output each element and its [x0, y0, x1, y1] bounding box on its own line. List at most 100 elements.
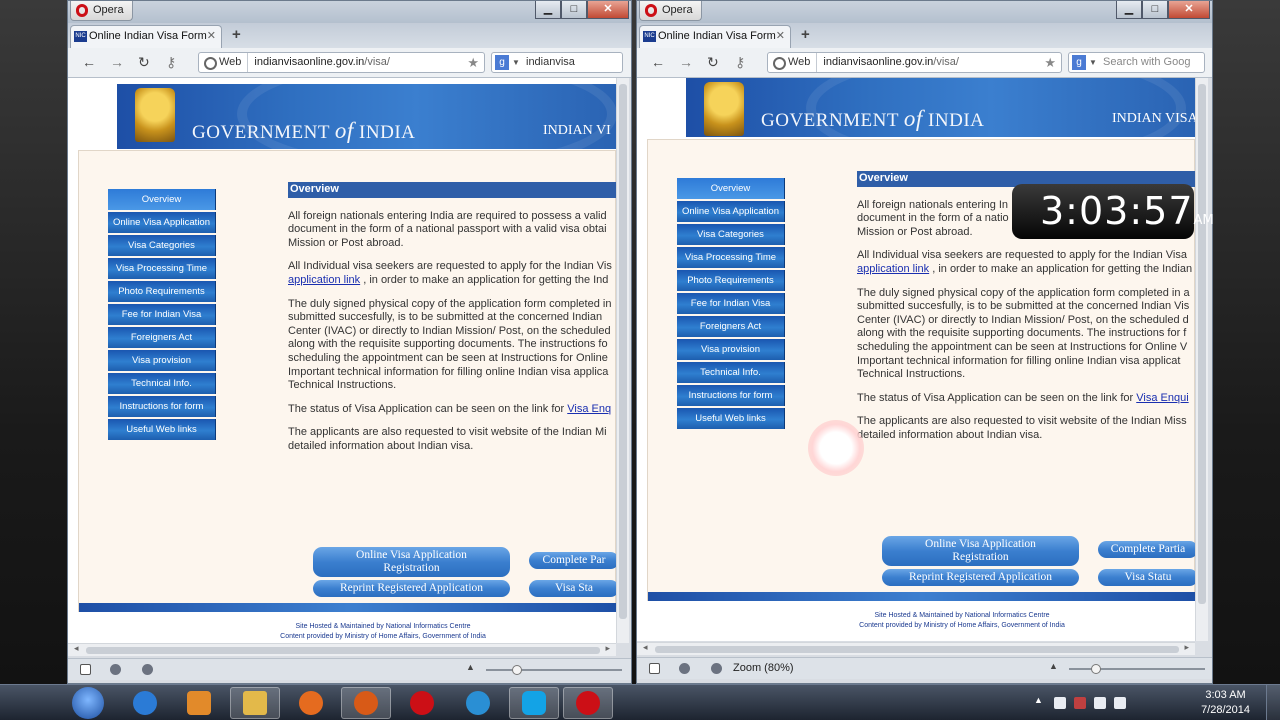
bookmark-star-icon[interactable]: ★: [1044, 53, 1056, 72]
sidebar-item[interactable]: Overview: [108, 189, 216, 210]
firefox-active-taskbar-button[interactable]: [341, 687, 391, 719]
key-icon[interactable]: ⚷: [735, 54, 745, 71]
sidebar-item[interactable]: Visa Categories: [677, 224, 785, 245]
firefox-taskbar-button[interactable]: [286, 687, 336, 719]
horizontal-scrollbar[interactable]: ◂ ▸: [68, 643, 616, 656]
chevron-down-icon[interactable]: ▼: [1089, 53, 1097, 72]
zoom-arrow-icon[interactable]: ▲: [1049, 661, 1058, 671]
online-visa-registration-button[interactable]: Online Visa Application Registration: [313, 547, 510, 577]
panel-toggle-icon[interactable]: [80, 664, 91, 675]
visa-enquiry-link[interactable]: Visa Enq: [567, 403, 611, 415]
reload-icon[interactable]: ↻: [138, 54, 150, 71]
complete-partially-filled-button[interactable]: Complete Par: [529, 552, 616, 569]
internet-explorer-taskbar-button[interactable]: [120, 687, 170, 719]
maximize-button[interactable]: □: [561, 1, 587, 19]
sidebar-item[interactable]: Visa Categories: [108, 235, 216, 256]
panel-toggle-icon[interactable]: [649, 663, 660, 674]
horizontal-scrollbar[interactable]: ◂ ▸: [637, 642, 1195, 655]
h-scroll-thumb[interactable]: [655, 646, 1179, 653]
show-desktop-button[interactable]: [1266, 685, 1280, 720]
sidebar-item[interactable]: Online Visa Application: [677, 201, 785, 222]
close-tab-icon[interactable]: ✕: [776, 26, 785, 47]
scroll-right-icon[interactable]: ▸: [605, 643, 610, 654]
skype-taskbar-button[interactable]: [509, 687, 559, 719]
volume-icon[interactable]: [1094, 697, 1106, 709]
scroll-right-icon[interactable]: ▸: [1184, 642, 1189, 653]
sidebar-item[interactable]: Visa provision: [108, 350, 216, 371]
web-badge[interactable]: Web: [199, 53, 249, 72]
sidebar-item[interactable]: Visa Processing Time: [108, 258, 216, 279]
minimize-button[interactable]: ▁: [535, 1, 561, 19]
application-link[interactable]: application link: [857, 263, 929, 275]
sidebar-item[interactable]: Technical Info.: [677, 362, 785, 383]
tab-online-indian-visa-form[interactable]: NIC Online Indian Visa Form ✕: [639, 25, 791, 48]
web-badge[interactable]: Web: [768, 53, 818, 72]
sidebar-item[interactable]: Fee for Indian Visa: [108, 304, 216, 325]
explorer-taskbar-button[interactable]: [230, 687, 280, 719]
forward-arrow-icon[interactable]: →: [110, 54, 124, 70]
opera-taskbar-button[interactable]: [397, 687, 447, 719]
address-bar[interactable]: Web indianvisaonline.gov.in/visa/ ★: [767, 52, 1062, 73]
h-scroll-thumb[interactable]: [86, 647, 600, 654]
close-window-button[interactable]: ✕: [1168, 1, 1210, 19]
new-tab-button[interactable]: +: [232, 26, 241, 43]
sidebar-item[interactable]: Photo Requirements: [108, 281, 216, 302]
sidebar-item[interactable]: Online Visa Application: [108, 212, 216, 233]
search-field[interactable]: g ▼ Search with Goog: [1068, 52, 1205, 73]
minimize-button[interactable]: ▁: [1116, 1, 1142, 19]
sidebar-item[interactable]: Overview: [677, 178, 785, 199]
reprint-registered-application-button[interactable]: Reprint Registered Application: [313, 580, 510, 597]
sidebar-item[interactable]: Visa Processing Time: [677, 247, 785, 268]
close-tab-icon[interactable]: ✕: [207, 26, 216, 47]
reprint-registered-application-button[interactable]: Reprint Registered Application: [882, 569, 1079, 586]
close-window-button[interactable]: ✕: [587, 1, 629, 19]
search-field[interactable]: g ▼ indianvisa: [491, 52, 623, 73]
zoom-slider-knob[interactable]: [1091, 664, 1101, 674]
sidebar-item[interactable]: Useful Web links: [677, 408, 785, 429]
vertical-scrollbar[interactable]: [616, 78, 629, 643]
reload-icon[interactable]: ↻: [707, 54, 719, 71]
maximize-button[interactable]: □: [1142, 1, 1168, 19]
new-tab-button[interactable]: +: [801, 26, 810, 43]
globe-app-taskbar-button[interactable]: [453, 687, 503, 719]
speed-dial-icon[interactable]: [711, 663, 722, 674]
tray-app-icon[interactable]: [1054, 697, 1066, 709]
sidebar-item[interactable]: Instructions for form: [677, 385, 785, 406]
forward-arrow-icon[interactable]: →: [679, 54, 693, 70]
tray-flag-icon[interactable]: [1074, 697, 1086, 709]
media-player-taskbar-button[interactable]: [174, 687, 224, 719]
zoom-slider[interactable]: [1069, 664, 1205, 674]
sidebar-item[interactable]: Foreigners Act: [108, 327, 216, 348]
zoom-level[interactable]: Zoom (80%): [733, 662, 794, 674]
opera-active-taskbar-button[interactable]: [563, 687, 613, 719]
tray-expand-icon[interactable]: ▲: [1034, 695, 1043, 705]
bookmark-star-icon[interactable]: ★: [467, 53, 479, 72]
zoom-slider[interactable]: [486, 665, 622, 675]
application-link[interactable]: application link: [288, 274, 360, 286]
scroll-thumb[interactable]: [619, 84, 627, 619]
sidebar-item[interactable]: Fee for Indian Visa: [677, 293, 785, 314]
cloud-icon[interactable]: [679, 663, 690, 674]
back-arrow-icon[interactable]: ←: [82, 54, 96, 70]
taskbar-clock[interactable]: 3:03 AM 7/28/2014: [1201, 688, 1250, 718]
visa-status-button[interactable]: Visa Statu: [1098, 569, 1195, 586]
cloud-icon[interactable]: [110, 664, 121, 675]
tab-online-indian-visa-form[interactable]: NIC Online Indian Visa Form ✕: [70, 25, 222, 48]
back-arrow-icon[interactable]: ←: [651, 54, 665, 70]
key-icon[interactable]: ⚷: [166, 54, 176, 71]
zoom-slider-knob[interactable]: [512, 665, 522, 675]
sidebar-item[interactable]: Technical Info.: [108, 373, 216, 394]
online-visa-registration-button[interactable]: Online Visa Application Registration: [882, 536, 1079, 566]
opera-menu-button[interactable]: Opera: [70, 1, 133, 21]
chevron-down-icon[interactable]: ▼: [512, 53, 520, 72]
sidebar-item[interactable]: Instructions for form: [108, 396, 216, 417]
zoom-arrow-icon[interactable]: ▲: [466, 662, 475, 672]
scroll-left-icon[interactable]: ◂: [643, 642, 648, 653]
visa-enquiry-link[interactable]: Visa Enqui: [1136, 392, 1188, 404]
start-button[interactable]: [72, 687, 104, 719]
sidebar-item[interactable]: Useful Web links: [108, 419, 216, 440]
opera-menu-button[interactable]: Opera: [639, 1, 702, 21]
scroll-left-icon[interactable]: ◂: [74, 643, 79, 654]
visa-status-button[interactable]: Visa Sta: [529, 580, 616, 597]
address-bar[interactable]: Web indianvisaonline.gov.in/visa/ ★: [198, 52, 485, 73]
